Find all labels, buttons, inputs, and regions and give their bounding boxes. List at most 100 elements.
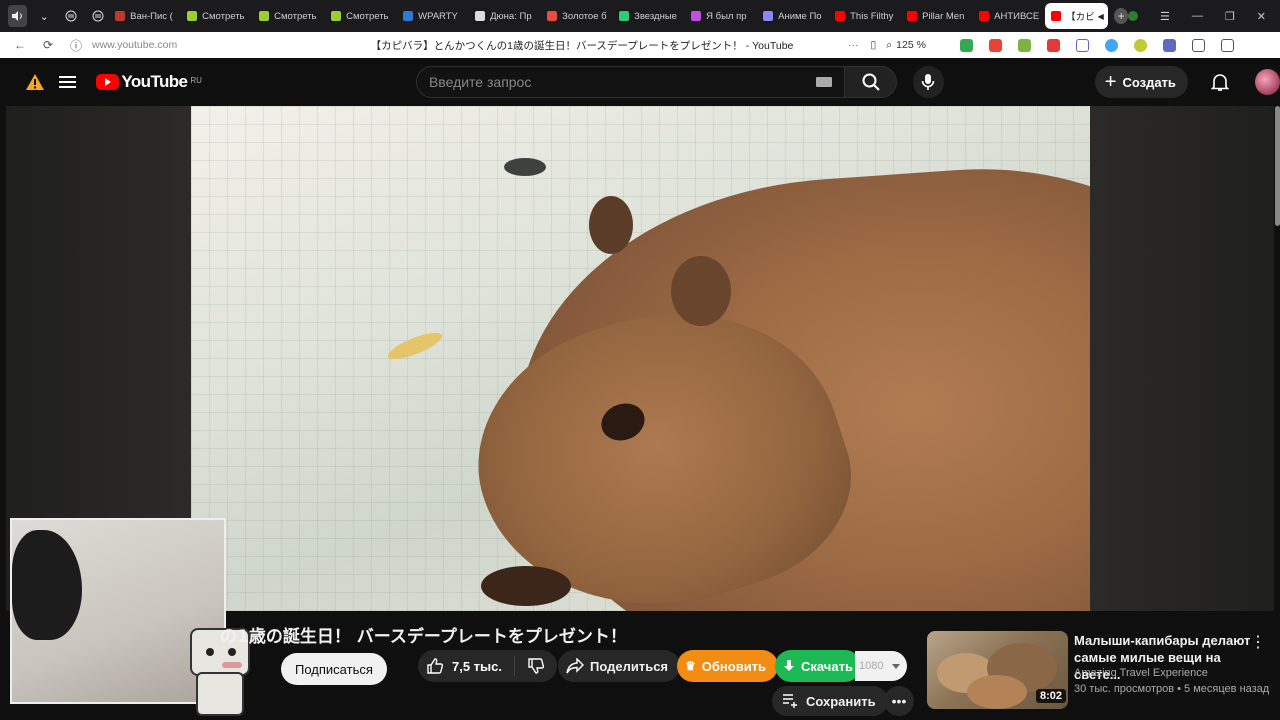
create-button[interactable]: + Создать: [1094, 66, 1188, 98]
more-options-icon[interactable]: ⋮: [1250, 632, 1266, 652]
tab-favicon-icon: [187, 11, 198, 21]
tab-label: Я был пр: [706, 10, 747, 22]
download-button[interactable]: Скачать: [775, 650, 861, 682]
create-label: Создать: [1122, 74, 1176, 90]
share-button[interactable]: Поделиться: [558, 650, 681, 682]
keyboard-icon[interactable]: [816, 77, 833, 87]
menu-icon[interactable]: ☰: [1160, 10, 1170, 23]
share-icon: [566, 658, 584, 674]
close-window-icon[interactable]: ✕: [1257, 10, 1266, 23]
resolution-select[interactable]: 1080: [855, 651, 907, 681]
tab-current[interactable]: 【カビ ◀ ✕: [1045, 3, 1109, 29]
extension-icon-5[interactable]: [1075, 38, 1089, 52]
search-input[interactable]: [428, 74, 817, 90]
extension-icon-2[interactable]: [988, 38, 1002, 52]
bookmark-icon[interactable]: ▯: [871, 39, 877, 51]
tab-label: Дюна: Пр: [490, 10, 532, 22]
tab-label: Смотреть: [202, 10, 245, 22]
browser-tab[interactable]: Pillar Men: [901, 3, 971, 29]
browser-tab[interactable]: Смотреть: [181, 3, 251, 29]
save-button[interactable]: Сохранить: [772, 686, 888, 716]
search-box[interactable]: [415, 66, 846, 98]
extension-icon-10[interactable]: [1220, 38, 1234, 52]
recommended-video-channel[interactable]: Amazing Travel Experience: [1074, 667, 1208, 679]
new-tab-button[interactable]: +: [1114, 8, 1129, 24]
tab-favicon-icon: [115, 11, 126, 21]
workspace-icon[interactable]: [62, 5, 81, 27]
browser-tab[interactable]: Дюна: Пр: [469, 3, 539, 29]
browser-tab-strip: ⌄ Ван-Пис ( Смотреть Смотреть Смотреть WPART…: [0, 0, 1280, 32]
chevron-down-icon: [892, 663, 901, 669]
extension-icon-9[interactable]: [1191, 38, 1205, 52]
speaker-icon[interactable]: [8, 5, 27, 27]
video-player[interactable]: [191, 106, 1090, 611]
tab-label: WPARTY: [418, 10, 458, 22]
profile-dot-icon[interactable]: [1128, 11, 1139, 21]
video-duration: 8:02: [1036, 689, 1067, 703]
browser-tab[interactable]: This Filthy: [829, 3, 899, 29]
recommended-video-meta: 30 тыс. просмотров • 5 месяцев назад: [1074, 683, 1270, 695]
tab-list-chevron-icon[interactable]: ⌄: [35, 5, 54, 27]
extension-icon-1[interactable]: [959, 38, 973, 52]
extension-icon-4[interactable]: [1046, 38, 1060, 52]
tab-current-label: 【カビ: [1066, 12, 1095, 23]
tab-label: Ван-Пис (: [130, 10, 173, 22]
tab-favicon-icon: [835, 11, 846, 21]
browser-tab[interactable]: АНТИВСЕ: [973, 3, 1043, 29]
page-more-icon[interactable]: ···: [848, 39, 859, 51]
youtube-logo[interactable]: YouTube RU: [96, 72, 202, 92]
search-button[interactable]: [845, 66, 898, 98]
back-icon[interactable]: ←: [12, 38, 28, 52]
page-scrollbar[interactable]: [1275, 106, 1280, 226]
url-field[interactable]: www.youtube.com: [92, 39, 322, 51]
tab-close-icon[interactable]: ✕: [1108, 11, 1109, 22]
browser-tab[interactable]: Ван-Пис (: [109, 3, 179, 29]
plus-icon: +: [1104, 71, 1117, 93]
page-title: 【カピバラ】とんかつくんの1歳の誕生日！バースデープレートをプレゼント！ - Y…: [370, 39, 794, 52]
tab-audio-icon[interactable]: ◀: [1098, 12, 1104, 21]
browser-tab[interactable]: Аниме По: [757, 3, 827, 29]
tab-label: Pillar Men: [922, 10, 965, 22]
tab-favicon-icon: [907, 11, 918, 21]
dislike-button[interactable]: [515, 657, 557, 675]
browser-tab[interactable]: WPARTY: [397, 3, 467, 29]
warning-icon[interactable]: [24, 71, 45, 93]
tab-label: Смотреть: [346, 10, 389, 22]
subscribe-button[interactable]: Подписаться: [281, 653, 387, 685]
extension-icon-3[interactable]: [1017, 38, 1031, 52]
restore-icon[interactable]: ❐: [1225, 10, 1235, 23]
site-info-icon[interactable]: ⓘ: [68, 37, 84, 54]
like-button[interactable]: 7,5 тыс.: [418, 656, 515, 676]
zoom-icon: ⌕: [886, 38, 893, 51]
more-actions-button[interactable]: •••: [884, 686, 914, 716]
workspace-icon-2[interactable]: [88, 5, 107, 27]
country-code: RU: [190, 76, 202, 85]
extension-icon-7[interactable]: [1133, 38, 1147, 52]
tab-favicon-icon: [619, 11, 630, 21]
browser-tab[interactable]: Звездные: [613, 3, 683, 29]
like-dislike-bar: 7,5 тыс.: [418, 650, 557, 682]
browser-tab[interactable]: Золотое б: [541, 3, 611, 29]
tab-label: Аниме По: [778, 10, 822, 22]
extension-icon-8[interactable]: [1162, 38, 1176, 52]
share-label: Поделиться: [590, 658, 669, 674]
browser-tab[interactable]: Смотреть: [253, 3, 323, 29]
upgrade-button[interactable]: ♛ Обновить: [677, 650, 779, 682]
zoom-indicator[interactable]: ⌕ 125 %: [886, 39, 926, 52]
voice-search-button[interactable]: [913, 66, 944, 98]
avatar[interactable]: [1255, 69, 1280, 95]
tab-label: Звездные: [634, 10, 677, 22]
tab-favicon-icon: [403, 11, 414, 21]
browser-tab[interactable]: Я был пр: [685, 3, 755, 29]
extension-icon-6[interactable]: [1104, 38, 1118, 52]
video-frame-drain: [504, 158, 546, 176]
crown-icon: ♛: [685, 659, 696, 673]
download-icon: [784, 660, 794, 671]
browser-tab[interactable]: Смотреть: [325, 3, 395, 29]
minimize-icon[interactable]: —: [1192, 10, 1203, 22]
hamburger-menu-icon[interactable]: [59, 73, 77, 91]
capybara-ear-right: [671, 256, 731, 326]
save-label: Сохранить: [806, 693, 876, 709]
reload-icon[interactable]: ⟳: [40, 38, 56, 52]
notifications-bell-icon[interactable]: [1210, 71, 1231, 93]
